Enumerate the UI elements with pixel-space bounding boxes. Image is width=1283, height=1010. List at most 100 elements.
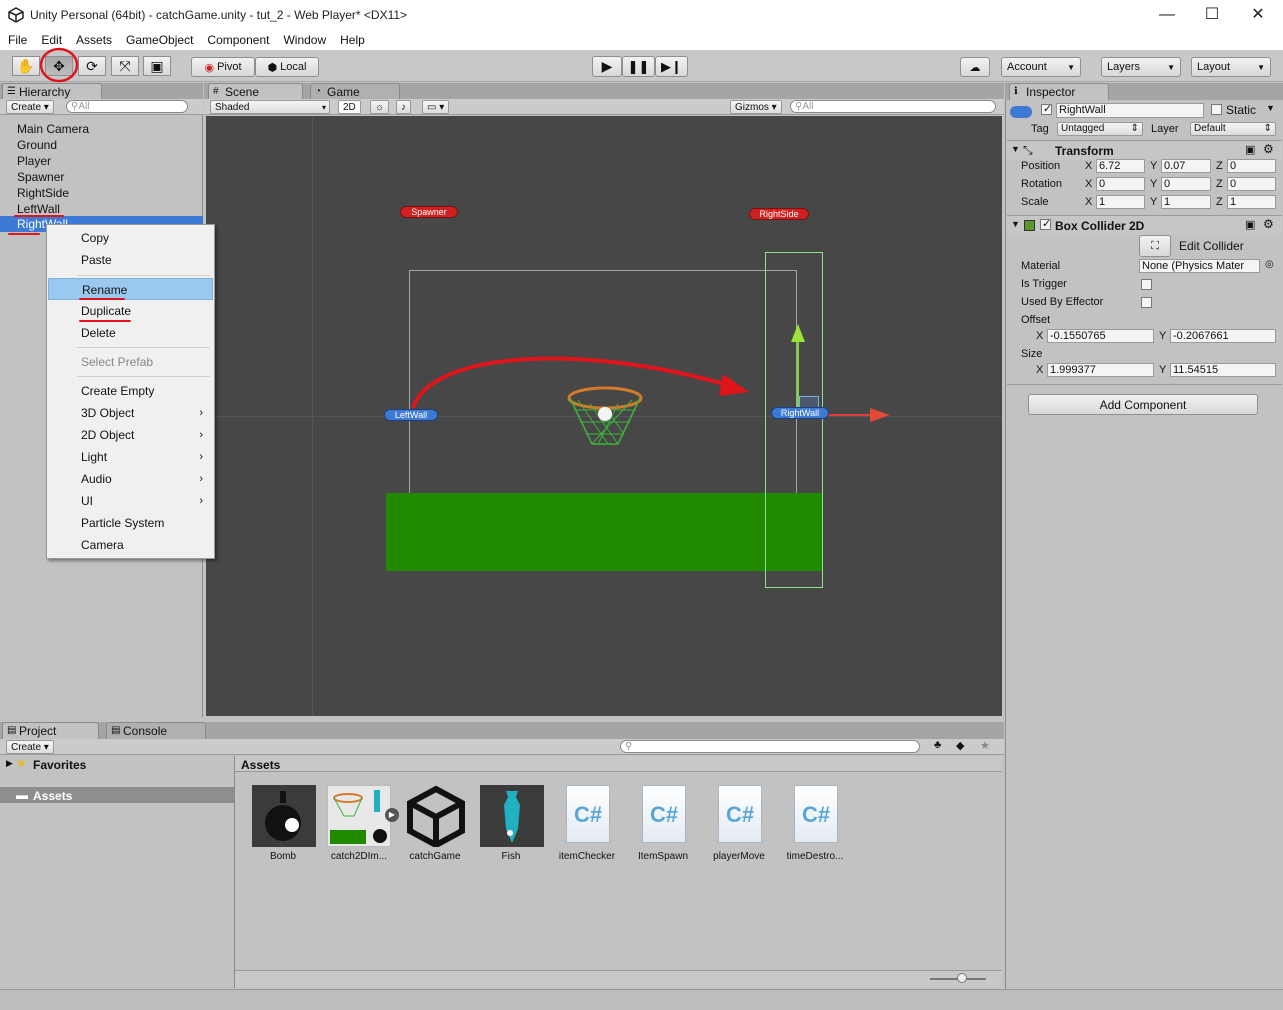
rotate-tool-button[interactable]: ⟳ [78, 56, 106, 76]
hierarchy-item-ground[interactable]: Ground [17, 137, 57, 153]
assets-folder-label[interactable]: Assets [33, 789, 72, 803]
local-button[interactable]: ⬢ Local [255, 57, 319, 77]
expand-sprite-icon[interactable]: ▶ [385, 808, 399, 822]
menu-gameobject[interactable]: GameObject [126, 33, 193, 47]
menu-item-paste[interactable]: Paste [48, 249, 213, 271]
asset-itemspawn[interactable]: C# [632, 785, 696, 847]
collider-enabled-checkbox[interactable]: ✓ [1040, 218, 1051, 230]
asset-catchgame[interactable] [404, 785, 468, 849]
menu-file[interactable]: File [8, 33, 27, 47]
tab-hierarchy[interactable]: ☰ Hierarchy [2, 83, 102, 100]
hierarchy-create-button[interactable]: Create ▾ [6, 100, 54, 114]
account-dropdown[interactable]: Account ▼ [1001, 57, 1081, 77]
menu-item-copy[interactable]: Copy [48, 227, 213, 249]
shaded-dropdown[interactable]: Shaded ▾ [210, 100, 330, 114]
menu-item-duplicate[interactable]: Duplicate [48, 300, 213, 322]
play-button[interactable]: ▶ [592, 56, 622, 77]
step-button[interactable]: ▶❙ [655, 56, 688, 77]
transform-header[interactable]: ▼ ⤡ Transform ▣ ⚙ [1007, 140, 1282, 160]
position-z-field[interactable]: 0 [1227, 159, 1276, 173]
layout-dropdown[interactable]: Layout ▼ [1191, 57, 1271, 77]
static-dropdown-icon[interactable]: ▼ [1266, 103, 1275, 113]
rotation-x-field[interactable]: 0 [1096, 177, 1145, 191]
zoom-slider-thumb[interactable] [957, 973, 967, 983]
asset-itemchecker[interactable]: C# [556, 785, 620, 847]
position-y-field[interactable]: 0.07 [1161, 159, 1211, 173]
menu-item-light[interactable]: Light › [48, 446, 213, 468]
lighting-toggle[interactable]: ☼ [370, 100, 390, 114]
rotation-y-field[interactable]: 0 [1161, 177, 1211, 191]
pivot-button[interactable]: ◉ Pivot [191, 57, 255, 77]
spawner-label[interactable]: Spawner [400, 206, 458, 218]
add-component-button[interactable]: Add Component [1028, 394, 1258, 415]
offset-x-field[interactable]: -0.1550765 [1047, 329, 1154, 343]
menu-item-2d-object[interactable]: 2D Object › [48, 424, 213, 446]
active-checkbox[interactable]: ✓ [1041, 103, 1052, 115]
scale-z-field[interactable]: 1 [1227, 195, 1276, 209]
tab-game[interactable]: ◔ Game [310, 83, 400, 100]
offset-y-field[interactable]: -0.2067661 [1170, 329, 1276, 343]
cloud-button[interactable]: ☁ [960, 57, 990, 77]
size-y-field[interactable]: 11.54515 [1170, 363, 1276, 377]
tag-dropdown[interactable]: Untagged ⇕ [1057, 122, 1143, 136]
rect-tool-button[interactable]: ▣ [143, 56, 171, 76]
effects-toggle[interactable]: ▭ ▾ [422, 100, 450, 114]
used-by-effector-checkbox[interactable] [1141, 297, 1152, 308]
menu-item-rename[interactable]: Rename [48, 278, 213, 300]
edit-collider-button[interactable]: ⛶ [1139, 235, 1171, 257]
asset-fish[interactable] [480, 785, 544, 847]
scale-tool-button[interactable]: ⤧ [111, 56, 139, 76]
hierarchy-item-player[interactable]: Player [17, 153, 51, 169]
scene-viewport[interactable]: Spawner RightSide LeftWall RightWall [206, 116, 1002, 716]
minimize-button[interactable]: — [1156, 4, 1178, 26]
scale-y-field[interactable]: 1 [1161, 195, 1211, 209]
menu-help[interactable]: Help [340, 33, 365, 47]
hierarchy-item-rightside[interactable]: RightSide [17, 185, 69, 201]
is-trigger-checkbox[interactable] [1141, 279, 1152, 290]
object-picker-icon[interactable]: ◎ [1265, 259, 1274, 270]
asset-bomb[interactable] [252, 785, 316, 847]
hierarchy-item-main-camera[interactable]: Main Camera [17, 121, 89, 137]
menu-assets[interactable]: Assets [76, 33, 112, 47]
menu-item-audio[interactable]: Audio › [48, 468, 213, 490]
size-x-field[interactable]: 1.999377 [1047, 363, 1154, 377]
layers-dropdown[interactable]: Layers ▼ [1101, 57, 1181, 77]
gear-icon[interactable]: ⚙ [1263, 217, 1274, 231]
layer-dropdown[interactable]: Default ⇕ [1190, 122, 1276, 136]
tab-console[interactable]: ▤ Console [106, 722, 206, 739]
menu-item-3d-object[interactable]: 3D Object › [48, 402, 213, 424]
gear-icon[interactable]: ⚙ [1263, 142, 1274, 156]
menu-item-create-empty[interactable]: Create Empty [48, 380, 213, 402]
filter-type-icon[interactable]: ♣ [934, 739, 941, 751]
filter-label-icon[interactable]: ◆ [956, 739, 964, 752]
scene-search-input[interactable]: ⚲All [790, 100, 996, 113]
box-collider-header[interactable]: ▼ ✓ Box Collider 2D ▣ ⚙ [1007, 215, 1282, 235]
asset-playermove[interactable]: C# [708, 785, 772, 847]
scale-x-field[interactable]: 1 [1096, 195, 1145, 209]
hierarchy-search-input[interactable]: ⚲All [66, 100, 188, 113]
hand-tool-button[interactable]: ✋ [12, 56, 40, 76]
menu-window[interactable]: Window [283, 33, 326, 47]
tab-project[interactable]: ▤ Project [2, 722, 99, 739]
position-x-field[interactable]: 6.72 [1096, 159, 1145, 173]
maximize-button[interactable]: ☐ [1201, 4, 1223, 26]
menu-item-delete[interactable]: Delete [48, 322, 213, 344]
menu-component[interactable]: Component [207, 33, 269, 47]
menu-item-ui[interactable]: UI › [48, 490, 213, 512]
object-name-field[interactable]: RightWall [1056, 103, 1204, 118]
tab-scene[interactable]: # Scene [208, 83, 303, 100]
project-create-button[interactable]: Create ▾ [6, 740, 54, 754]
asset-catch2dimages[interactable] [327, 785, 391, 847]
asset-timedestroy[interactable]: C# [784, 785, 848, 847]
pause-button[interactable]: ❚❚ [622, 56, 655, 77]
expand-icon[interactable]: ▶ [6, 758, 13, 769]
static-checkbox[interactable] [1211, 104, 1222, 115]
menu-item-particle-system[interactable]: Particle System [48, 512, 213, 534]
rightside-label[interactable]: RightSide [749, 208, 809, 220]
gameobject-icon[interactable] [1010, 106, 1032, 118]
close-button[interactable]: ✕ [1247, 4, 1269, 26]
hierarchy-item-spawner[interactable]: Spawner [17, 169, 64, 185]
tab-inspector[interactable]: ℹ Inspector [1009, 83, 1109, 100]
help-icon[interactable]: ▣ [1245, 218, 1255, 231]
rightwall-label[interactable]: RightWall [771, 407, 829, 419]
